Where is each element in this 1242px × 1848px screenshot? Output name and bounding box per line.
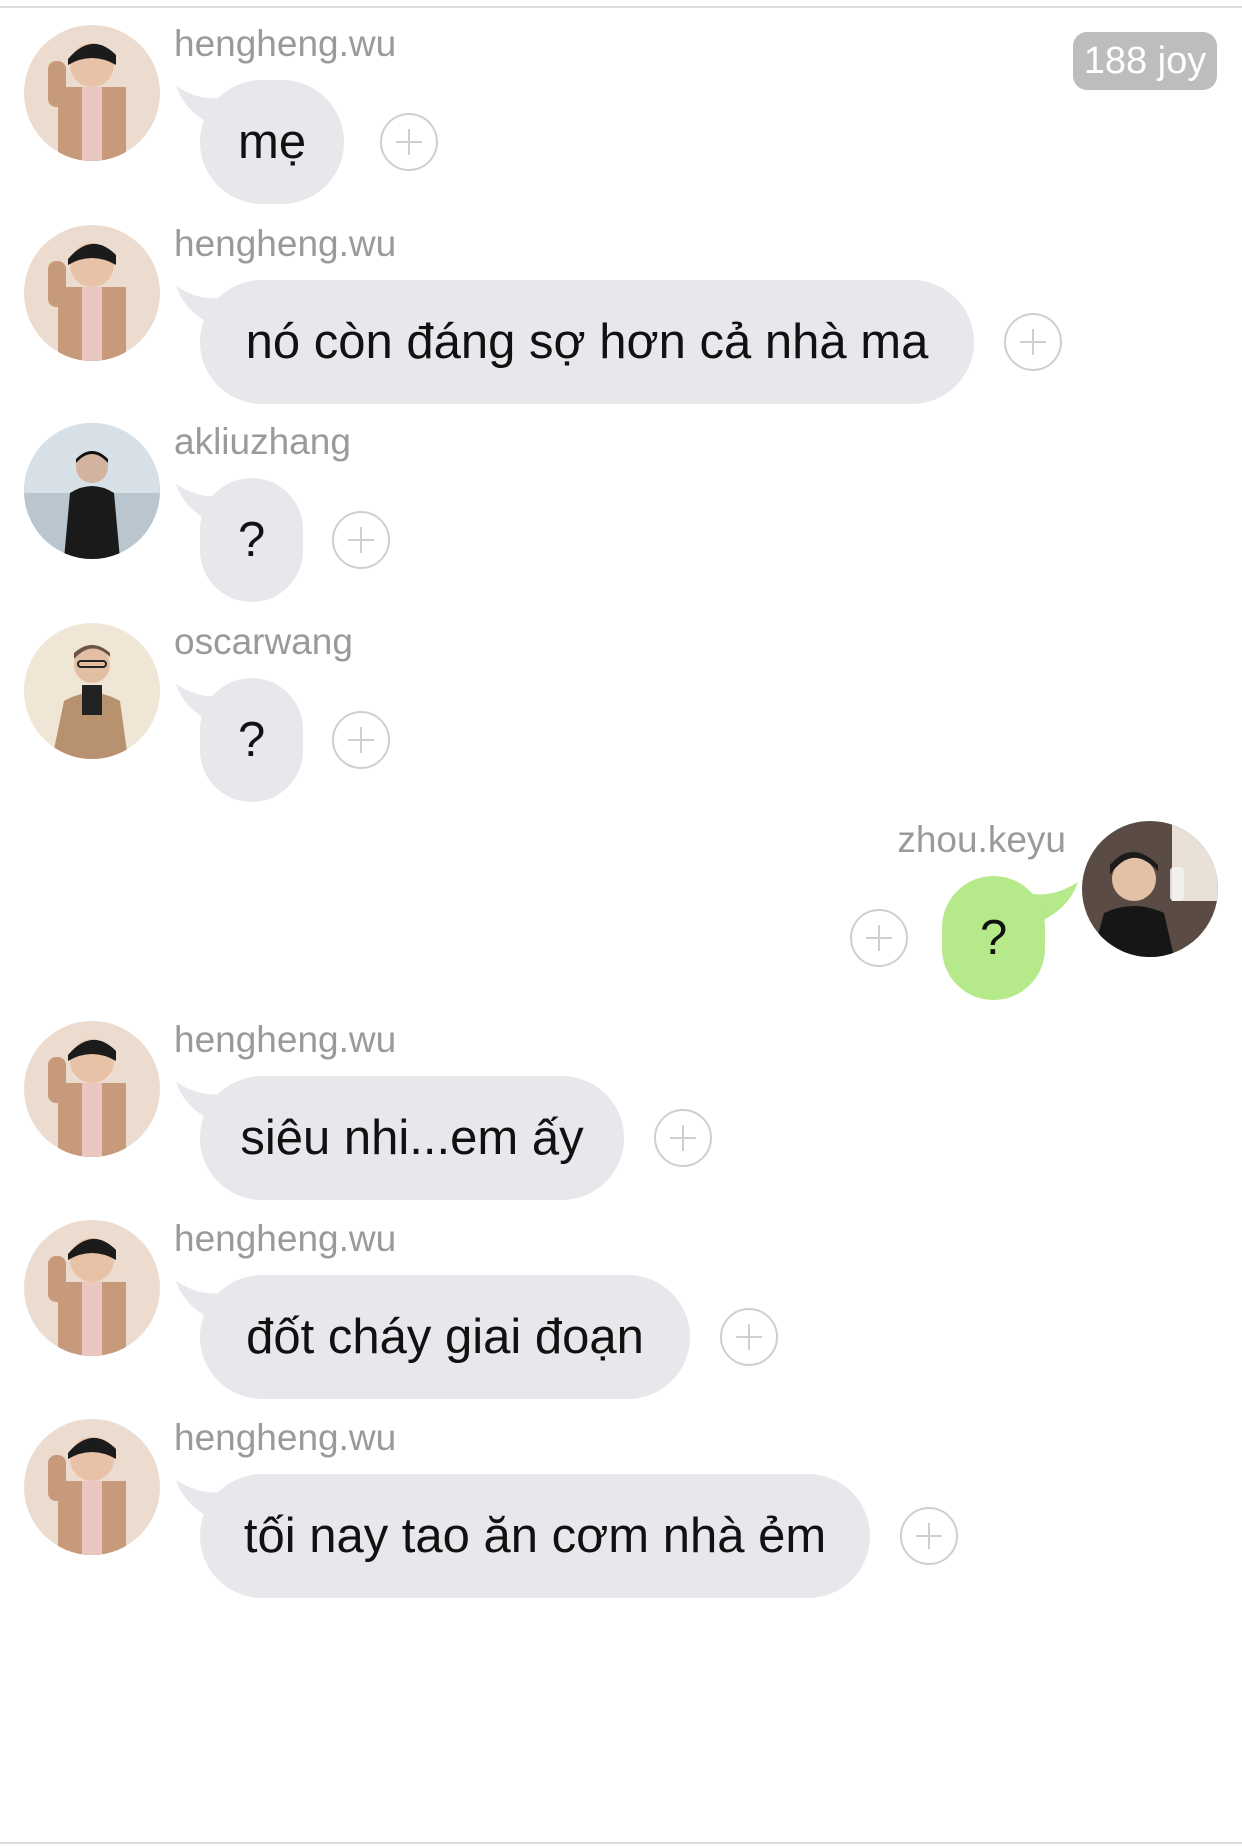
avatar-akliuzhang[interactable] xyxy=(24,423,160,559)
avatar-hengheng[interactable] xyxy=(24,1419,160,1555)
username: hengheng.wu xyxy=(174,223,397,264)
avatar-oscarwang[interactable] xyxy=(24,623,160,759)
avatar-zhoukeyu[interactable] xyxy=(1082,821,1218,957)
avatar-hengheng[interactable] xyxy=(24,25,160,161)
chat-message: zhou.keyu ? xyxy=(0,796,1242,1000)
chat-message: hengheng.wu nó còn đáng sợ hơn cả nhà ma xyxy=(0,200,1242,404)
add-reaction-button[interactable] xyxy=(900,1507,958,1565)
username: akliuzhang xyxy=(174,421,351,462)
username: hengheng.wu xyxy=(174,1019,397,1060)
chat-message: hengheng.wu đốt cháy giai đoạn xyxy=(0,1195,1242,1399)
message-bubble[interactable]: ? xyxy=(200,478,304,602)
username: hengheng.wu xyxy=(174,1417,397,1458)
chat-message: hengheng.wu mẹ xyxy=(0,0,1242,204)
message-bubble[interactable]: nó còn đáng sợ hơn cả nhà ma xyxy=(200,280,974,404)
avatar-hengheng[interactable] xyxy=(24,225,160,361)
add-reaction-button[interactable] xyxy=(850,909,908,967)
message-bubble[interactable]: siêu nhi...em ấy xyxy=(200,1076,624,1200)
chat-message: akliuzhang ? xyxy=(0,398,1242,602)
message-bubble[interactable]: ? xyxy=(942,876,1046,1000)
avatar-hengheng[interactable] xyxy=(24,1220,160,1356)
chat-message: oscarwang ? xyxy=(0,598,1242,802)
chat-message: hengheng.wu siêu nhi...em ấy xyxy=(0,996,1242,1200)
add-reaction-button[interactable] xyxy=(654,1109,712,1167)
message-bubble[interactable]: mẹ xyxy=(200,80,345,204)
add-reaction-button[interactable] xyxy=(332,511,390,569)
chat-message: hengheng.wu tối nay tao ăn cơm nhà ẻm xyxy=(0,1394,1242,1598)
bottom-divider xyxy=(0,1842,1242,1844)
add-reaction-button[interactable] xyxy=(380,113,438,171)
avatar-hengheng[interactable] xyxy=(24,1021,160,1157)
username: zhou.keyu xyxy=(897,819,1066,860)
message-bubble[interactable]: tối nay tao ăn cơm nhà ẻm xyxy=(200,1474,870,1598)
add-reaction-button[interactable] xyxy=(1004,313,1062,371)
message-bubble[interactable]: ? xyxy=(200,678,304,802)
username: hengheng.wu xyxy=(174,1218,397,1259)
username: hengheng.wu xyxy=(174,23,397,64)
message-bubble[interactable]: đốt cháy giai đoạn xyxy=(200,1275,690,1399)
add-reaction-button[interactable] xyxy=(332,711,390,769)
username: oscarwang xyxy=(174,621,353,662)
add-reaction-button[interactable] xyxy=(720,1308,778,1366)
